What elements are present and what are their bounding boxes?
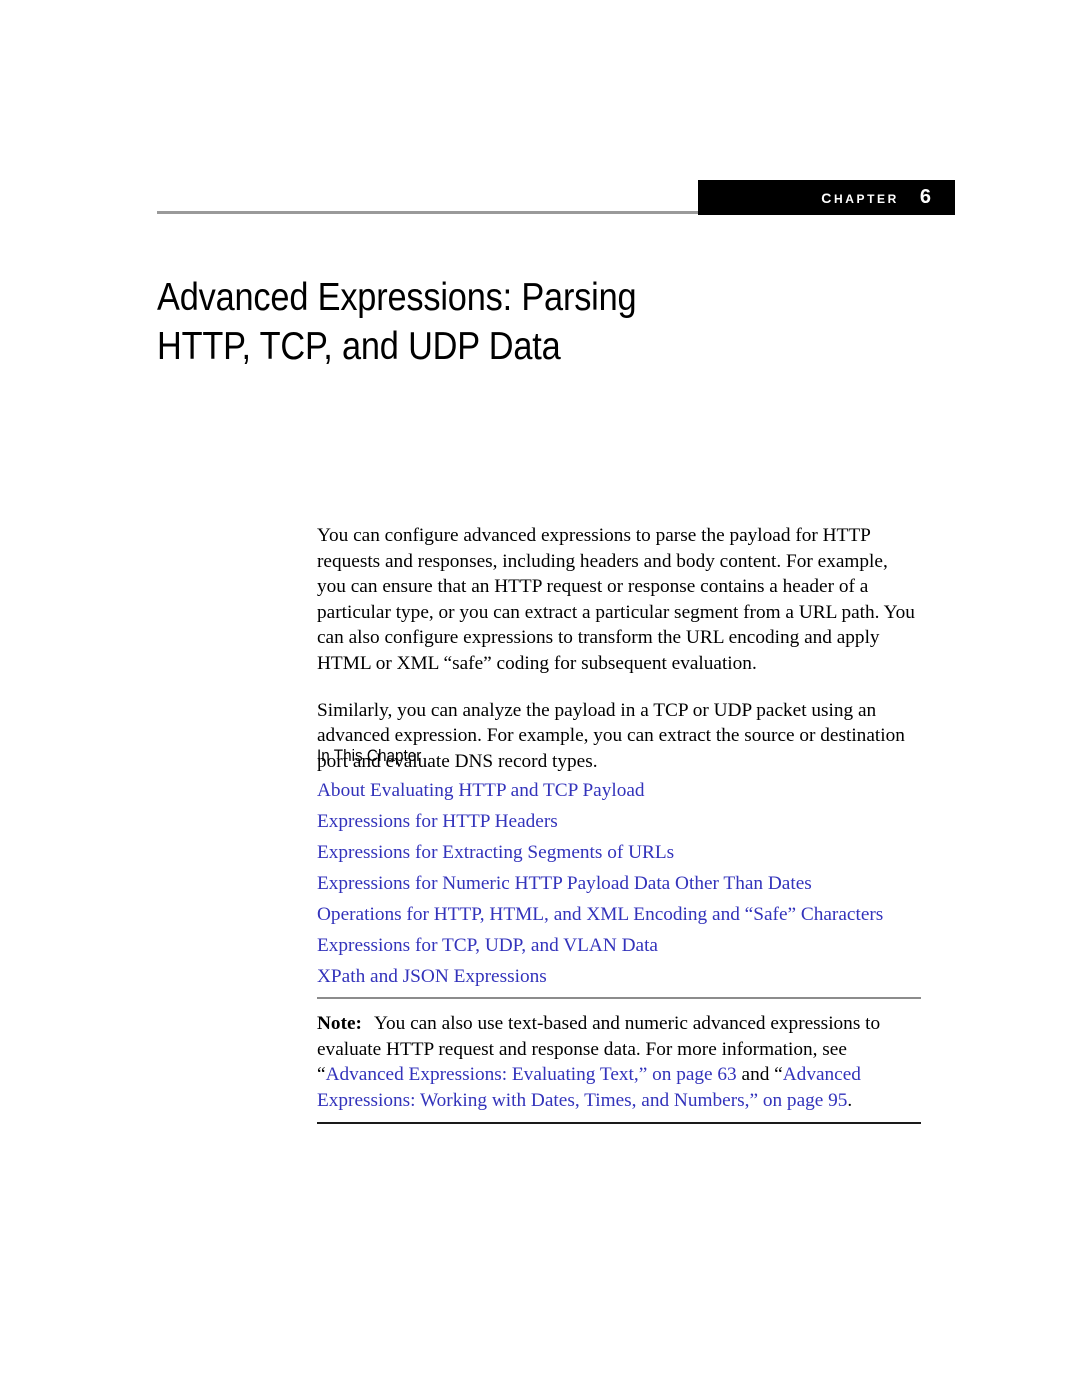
note-label: Note: <box>317 1013 362 1034</box>
list-item[interactable]: Expressions for Extracting Segments of U… <box>317 837 937 868</box>
toc-link-about-evaluating-http-and-tcp-payload[interactable]: About Evaluating HTTP and TCP Payload <box>317 780 645 801</box>
page-title-line-1: Advanced Expressions: Parsing <box>157 276 637 320</box>
in-this-chapter-list: About Evaluating HTTP and TCP Payload Ex… <box>317 775 937 992</box>
list-item[interactable]: Expressions for Numeric HTTP Payload Dat… <box>317 868 937 899</box>
page-title-line-2: HTTP, TCP, and UDP Data <box>157 325 561 369</box>
list-item[interactable]: Expressions for HTTP Headers <box>317 806 937 837</box>
note-text-part-3: . <box>847 1089 853 1111</box>
chapter-header: Chapter 6 <box>0 0 1080 230</box>
toc-link-expressions-for-extracting-segments-of-urls[interactable]: Expressions for Extracting Segments of U… <box>317 842 674 863</box>
note-callout: Note: You can also use text-based and num… <box>317 997 921 1125</box>
toc-link-expressions-for-numeric-http-payload-data-other-than-dates[interactable]: Expressions for Numeric HTTP Payload Dat… <box>317 873 812 894</box>
toc-link-expressions-for-tcp-udp-and-vlan-data[interactable]: Expressions for TCP, UDP, and VLAN Data <box>317 935 658 956</box>
toc-link-operations-for-http-html-and-xml-encoding-and-safe-characters[interactable]: Operations for HTTP, HTML, and XML Encod… <box>317 904 883 925</box>
list-item[interactable]: XPath and JSON Expressions <box>317 961 937 992</box>
list-item[interactable]: Expressions for TCP, UDP, and VLAN Data <box>317 930 937 961</box>
list-item[interactable]: Operations for HTTP, HTML, and XML Encod… <box>317 899 937 930</box>
intro-paragraph-1: You can configure advanced expressions t… <box>317 525 915 674</box>
chapter-badge-word: Chapter <box>821 186 899 208</box>
list-item[interactable]: About Evaluating HTTP and TCP Payload <box>317 775 937 806</box>
toc-link-expressions-for-http-headers[interactable]: Expressions for HTTP Headers <box>317 811 558 832</box>
note-text-part-2: and “ <box>736 1064 783 1086</box>
in-this-chapter-heading: In This Chapter <box>317 746 422 765</box>
intro-body: You can configure advanced expressions t… <box>317 523 921 774</box>
header-divider-rule <box>157 211 698 214</box>
chapter-badge-number: 6 <box>919 186 931 208</box>
note-divider-bottom <box>317 1122 921 1125</box>
note-xref-link-evaluating-text[interactable]: Advanced Expressions: Evaluating Text,” … <box>326 1064 737 1085</box>
note-text: Note: You can also use text-based and num… <box>317 999 921 1113</box>
toc-link-xpath-and-json-expressions[interactable]: XPath and JSON Expressions <box>317 966 547 987</box>
chapter-badge: Chapter 6 <box>698 180 955 215</box>
page-title: Advanced Expressions: Parsing HTTP, TCP,… <box>157 273 720 371</box>
